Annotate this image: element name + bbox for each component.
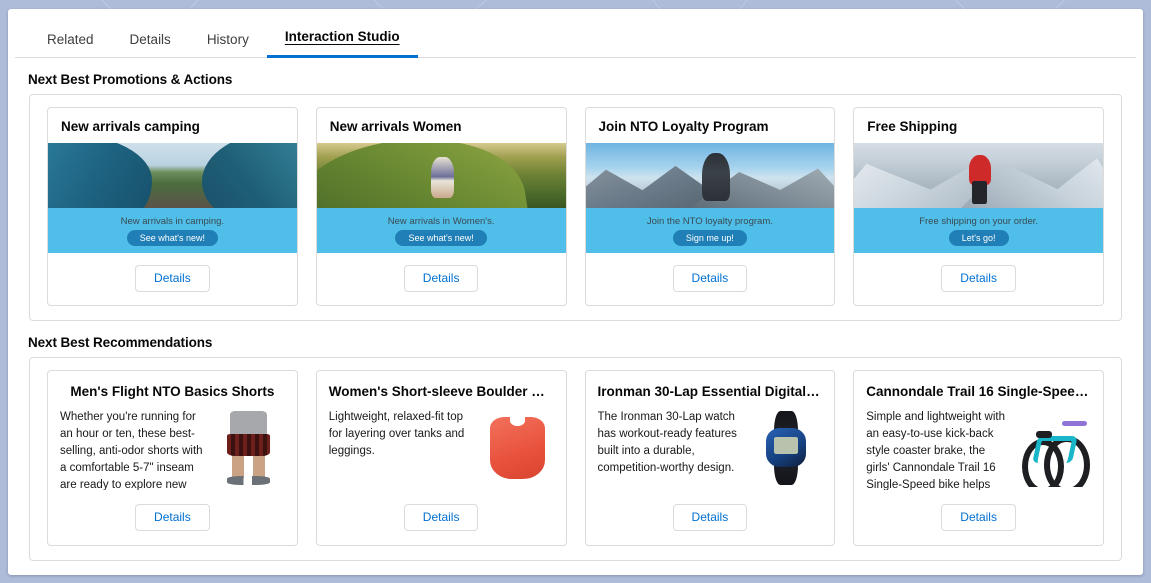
promotion-banner: New arrivals in camping. See what's new!: [48, 208, 297, 253]
promotion-card[interactable]: Free Shipping Free shipping on your orde…: [853, 107, 1104, 306]
recommendation-description: Whether you're running for an hour or te…: [60, 409, 205, 490]
promotion-title: New arrivals camping: [48, 108, 297, 143]
tab-interaction-studio[interactable]: Interaction Studio: [267, 29, 418, 58]
promotion-banner: Join the NTO loyalty program. Sign me up…: [586, 208, 835, 253]
childrens-bicycle-thumbnail: [1019, 409, 1091, 487]
promotion-card[interactable]: New arrivals Women New arrivals in Women…: [316, 107, 567, 306]
backpacker-mountains-photo: [586, 143, 835, 208]
promotion-card[interactable]: Join NTO Loyalty Program Join the NTO lo…: [585, 107, 836, 306]
recommendation-body: The Ironman 30-Lap watch has workout-rea…: [586, 409, 835, 490]
promotions-section: New arrivals camping New arrivals in cam…: [29, 94, 1122, 321]
promotion-banner-text: New arrivals in camping.: [121, 216, 224, 227]
recommendation-details-button[interactable]: Details: [135, 504, 210, 531]
recommendation-description: The Ironman 30-Lap watch has workout-rea…: [598, 409, 743, 490]
recommendation-card[interactable]: Women's Short-sleeve Boulder Peak ... Li…: [316, 370, 567, 546]
recommendation-title: Cannondale Trail 16 Single-Speed Bi...: [854, 371, 1103, 409]
tab-related[interactable]: Related: [29, 32, 112, 58]
recommendation-footer: Details: [854, 490, 1103, 545]
record-page: Related Details History Interaction Stud…: [8, 9, 1143, 575]
tab-details[interactable]: Details: [112, 32, 189, 58]
promotion-details-button[interactable]: Details: [673, 265, 748, 292]
recommendation-footer: Details: [48, 490, 297, 545]
promotion-footer: Details: [48, 253, 297, 305]
recommendations-section: Men's Flight NTO Basics Shorts Whether y…: [29, 357, 1122, 561]
promotion-title: New arrivals Women: [317, 108, 566, 143]
recommendation-card-list: Men's Flight NTO Basics Shorts Whether y…: [30, 370, 1121, 546]
mens-shorts-thumbnail: [213, 409, 285, 487]
recommendation-title: Men's Flight NTO Basics Shorts: [48, 371, 297, 409]
promotion-footer: Details: [586, 253, 835, 305]
promotion-cta-button[interactable]: See what's new!: [127, 230, 218, 246]
recommendation-description: Lightweight, relaxed-fit top for layerin…: [329, 409, 474, 490]
recommendation-body: Lightweight, relaxed-fit top for layerin…: [317, 409, 566, 490]
promotion-banner-text: Join the NTO loyalty program.: [647, 216, 773, 227]
bicycle-seat-detail: [1036, 431, 1052, 438]
tab-history[interactable]: History: [189, 32, 267, 58]
recommendation-body: Whether you're running for an hour or te…: [48, 409, 297, 490]
promotion-footer: Details: [854, 253, 1103, 305]
promotion-card[interactable]: New arrivals camping New arrivals in cam…: [47, 107, 298, 306]
thumbnail-detail: [227, 476, 270, 485]
promotion-cta-button[interactable]: Let's go!: [949, 230, 1009, 246]
recommendation-description: Simple and lightweight with an easy-to-u…: [866, 409, 1011, 490]
promotion-banner: Free shipping on your order. Let's go!: [854, 208, 1103, 253]
recommendation-title: Women's Short-sleeve Boulder Peak ...: [317, 371, 566, 409]
promotions-section-title: Next Best Promotions & Actions: [28, 72, 1143, 87]
recommendation-details-button[interactable]: Details: [941, 504, 1016, 531]
recommendations-section-title: Next Best Recommendations: [28, 335, 1143, 350]
backpacker-figure: [702, 153, 729, 201]
promotion-title: Join NTO Loyalty Program: [586, 108, 835, 143]
digital-watch-thumbnail: [750, 409, 822, 487]
recommendation-details-button[interactable]: Details: [673, 504, 748, 531]
promotion-banner: New arrivals in Women's. See what's new!: [317, 208, 566, 253]
watch-face-detail: [774, 437, 798, 454]
camping-tent-photo: [48, 143, 297, 208]
promotion-details-button[interactable]: Details: [135, 265, 210, 292]
promotion-cta-button[interactable]: See what's new!: [395, 230, 486, 246]
snow-mountain-hiker-photo: [854, 143, 1103, 208]
promotion-footer: Details: [317, 253, 566, 305]
red-jacket-figure-legs: [972, 181, 987, 204]
promotion-title: Free Shipping: [854, 108, 1103, 143]
promotion-visual: New arrivals in Women's. See what's new!: [317, 143, 566, 253]
bicycle-handlebar-detail: [1062, 421, 1086, 426]
recommendation-footer: Details: [317, 490, 566, 545]
promotion-visual: Free shipping on your order. Let's go!: [854, 143, 1103, 253]
promotion-card-list: New arrivals camping New arrivals in cam…: [30, 107, 1121, 306]
recommendation-body: Simple and lightweight with an easy-to-u…: [854, 409, 1103, 490]
recommendation-footer: Details: [586, 490, 835, 545]
thumbnail-detail: [232, 454, 265, 477]
promotion-visual: New arrivals in camping. See what's new!: [48, 143, 297, 253]
promotion-banner-text: Free shipping on your order.: [919, 216, 1038, 227]
promotion-details-button[interactable]: Details: [404, 265, 479, 292]
promotion-cta-button[interactable]: Sign me up!: [673, 230, 747, 246]
recommendation-details-button[interactable]: Details: [404, 504, 479, 531]
promotion-details-button[interactable]: Details: [941, 265, 1016, 292]
promotion-banner-text: New arrivals in Women's.: [388, 216, 495, 227]
recommendation-card[interactable]: Cannondale Trail 16 Single-Speed Bi... S…: [853, 370, 1104, 546]
woman-hiking-ridge-photo: [317, 143, 566, 208]
bicycle-frame-detail: [1032, 436, 1078, 463]
womens-coral-tee-thumbnail: [482, 409, 554, 487]
recommendation-title: Ironman 30-Lap Essential Digital Wa...: [586, 371, 835, 409]
promotion-visual: Join the NTO loyalty program. Sign me up…: [586, 143, 835, 253]
tab-bar: Related Details History Interaction Stud…: [15, 18, 1136, 58]
recommendation-card[interactable]: Ironman 30-Lap Essential Digital Wa... T…: [585, 370, 836, 546]
recommendation-card[interactable]: Men's Flight NTO Basics Shorts Whether y…: [47, 370, 298, 546]
